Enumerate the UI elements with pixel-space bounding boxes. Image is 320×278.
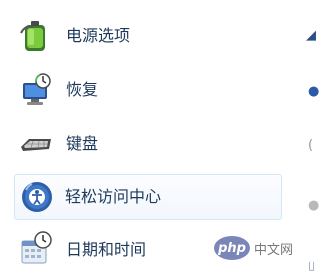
control-panel-item-power-options[interactable]: 电源选项 <box>10 14 280 58</box>
site-watermark: php 中文网 <box>214 234 314 262</box>
partial-icon: ◢ <box>306 28 316 43</box>
battery-power-icon <box>19 19 53 53</box>
control-panel-item-label: 键盘 <box>66 134 99 153</box>
keyboard-icon <box>19 127 53 161</box>
computer-restore-icon <box>19 73 53 107</box>
control-panel-item-label: 轻松访问中心 <box>65 187 162 206</box>
control-panel-item-recovery[interactable]: 恢复 <box>10 68 280 112</box>
php-logo: php <box>214 236 250 260</box>
calendar-clock-icon <box>19 231 53 265</box>
partial-icon: ● <box>308 198 320 213</box>
control-panel-item-keyboard[interactable]: 键盘 <box>10 122 280 166</box>
control-panel-item-label: 电源选项 <box>66 26 131 45</box>
control-panel-item-ease-of-access-center[interactable]: 轻松访问中心 <box>14 174 282 220</box>
partial-icon: ● <box>308 84 320 99</box>
control-panel-item-label: 恢复 <box>66 80 99 99</box>
ease-of-access-icon <box>20 180 54 214</box>
partial-icon: ( <box>308 138 314 153</box>
watermark-text: 中文网 <box>254 242 294 258</box>
control-panel-item-label: 日期和时间 <box>66 240 147 259</box>
